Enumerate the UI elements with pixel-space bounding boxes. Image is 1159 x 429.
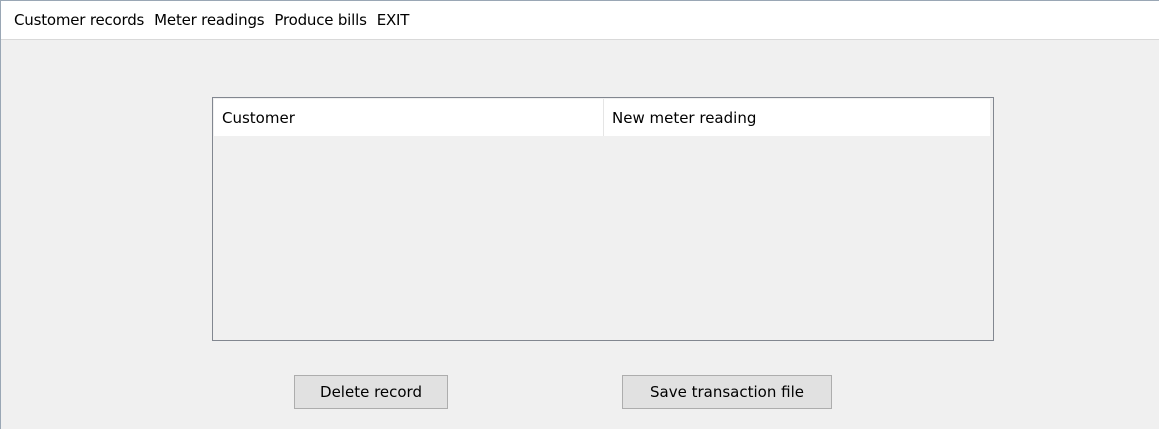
menu-item-exit[interactable]: EXIT [374, 8, 413, 32]
column-header-new-meter-reading[interactable]: New meter reading [604, 99, 990, 136]
readings-list-view[interactable]: Customer New meter reading [212, 97, 994, 341]
save-transaction-file-button[interactable]: Save transaction file [622, 375, 832, 409]
column-header-customer[interactable]: Customer [214, 99, 604, 136]
menu-item-customer-records[interactable]: Customer records [11, 8, 147, 32]
delete-record-button[interactable]: Delete record [294, 375, 448, 409]
menu-item-produce-bills[interactable]: Produce bills [271, 8, 369, 32]
list-header: Customer New meter reading [214, 99, 990, 136]
menu-item-meter-readings[interactable]: Meter readings [151, 8, 267, 32]
app-window: Customer records Meter readings Produce … [0, 0, 1159, 429]
menu-bar: Customer records Meter readings Produce … [1, 1, 1159, 40]
